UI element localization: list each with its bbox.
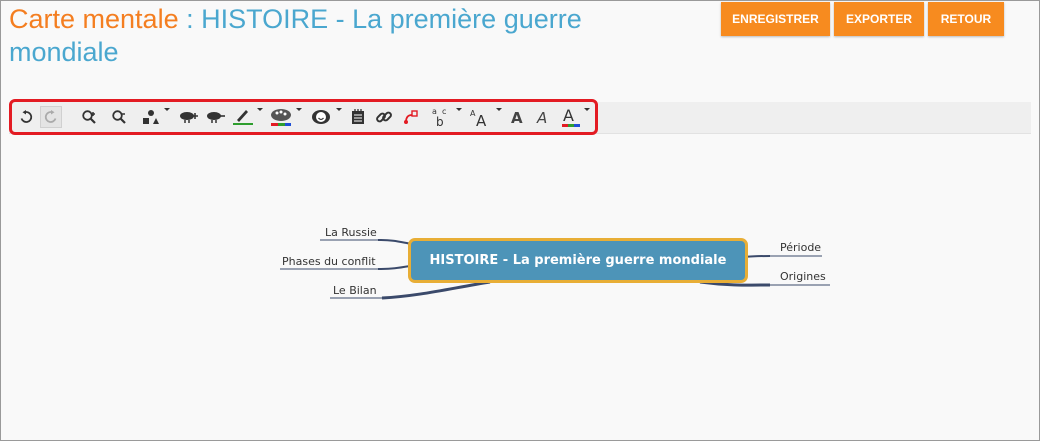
topic-la-russie[interactable]: La Russie: [325, 226, 377, 239]
topic-phases-du-conflit[interactable]: Phases du conflit: [282, 255, 376, 268]
topic-periode[interactable]: Période: [780, 241, 821, 254]
branch-la-russie: [377, 239, 413, 245]
topic-origines[interactable]: Origines: [780, 270, 826, 283]
branch-phases: [377, 265, 411, 270]
mindmap-branches: [280, 239, 830, 300]
topic-le-bilan[interactable]: Le Bilan: [333, 284, 377, 297]
branch-bilan: [381, 280, 491, 300]
central-topic[interactable]: HISTOIRE - La première guerre mondiale: [408, 238, 748, 283]
